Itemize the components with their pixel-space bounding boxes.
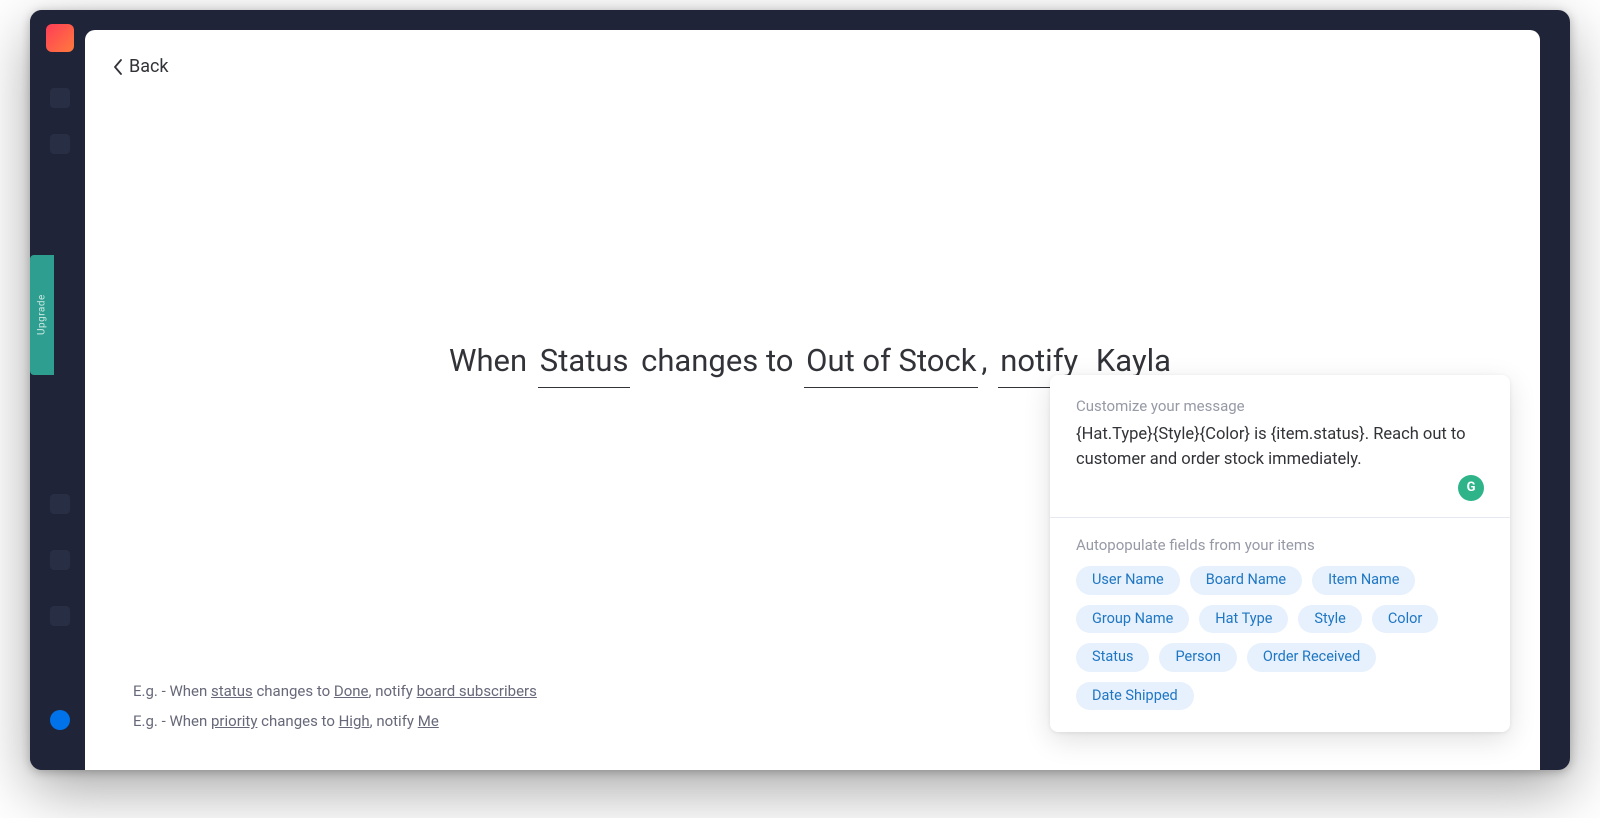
app-logo bbox=[46, 24, 74, 52]
field-pill[interactable]: Style bbox=[1298, 605, 1361, 634]
sentence-text: , bbox=[981, 342, 995, 379]
grammarly-icon[interactable]: G bbox=[1458, 475, 1484, 501]
app-frame: Upgrade Back When Status changes to Out … bbox=[30, 10, 1570, 770]
nav-icon[interactable] bbox=[50, 88, 70, 108]
left-sidebar: Upgrade bbox=[30, 10, 90, 770]
customize-message-label: Customize your message bbox=[1076, 397, 1484, 415]
nav-icon[interactable] bbox=[50, 550, 70, 570]
nav-icon[interactable] bbox=[50, 494, 70, 514]
sentence-text: changes to bbox=[633, 342, 801, 379]
field-pill[interactable]: Group Name bbox=[1076, 605, 1189, 634]
avatar[interactable] bbox=[50, 710, 70, 730]
back-button[interactable]: Back bbox=[113, 56, 169, 77]
message-text: {Hat.Type}{Style}{Color} is {item.status… bbox=[1076, 425, 1466, 469]
nav-icon[interactable] bbox=[50, 606, 70, 626]
value-token[interactable]: Out of Stock bbox=[804, 340, 978, 388]
field-pill[interactable]: Date Shipped bbox=[1076, 682, 1194, 711]
automation-builder-modal: Back When Status changes to Out of Stock… bbox=[85, 30, 1540, 770]
upgrade-tab[interactable]: Upgrade bbox=[30, 255, 54, 375]
field-pill[interactable]: Item Name bbox=[1312, 566, 1415, 595]
autopopulate-label: Autopopulate fields from your items bbox=[1050, 518, 1510, 554]
field-pill[interactable]: Hat Type bbox=[1199, 605, 1288, 634]
example-line: E.g. - When status changes to Done, noti… bbox=[133, 682, 537, 700]
field-pill[interactable]: User Name bbox=[1076, 566, 1180, 595]
example-list: E.g. - When status changes to Done, noti… bbox=[133, 670, 537, 730]
example-line: E.g. - When priority changes to High, no… bbox=[133, 712, 537, 730]
message-editor-popover: Customize your message {Hat.Type}{Style}… bbox=[1050, 375, 1510, 732]
back-label: Back bbox=[129, 56, 169, 77]
sentence-text: When bbox=[449, 342, 535, 379]
column-token[interactable]: Status bbox=[538, 340, 631, 388]
field-pill[interactable]: Order Received bbox=[1247, 643, 1376, 672]
sentence-text bbox=[1083, 342, 1091, 379]
field-pill[interactable]: Board Name bbox=[1190, 566, 1302, 595]
message-input[interactable]: {Hat.Type}{Style}{Color} is {item.status… bbox=[1076, 423, 1484, 495]
field-pill[interactable]: Color bbox=[1372, 605, 1438, 634]
field-pill-list: User Name Board Name Item Name Group Name Ha… bbox=[1050, 554, 1510, 732]
nav-icon[interactable] bbox=[50, 134, 70, 154]
field-pill[interactable]: Person bbox=[1159, 643, 1236, 672]
chevron-left-icon bbox=[113, 59, 123, 75]
field-pill[interactable]: Status bbox=[1076, 643, 1149, 672]
